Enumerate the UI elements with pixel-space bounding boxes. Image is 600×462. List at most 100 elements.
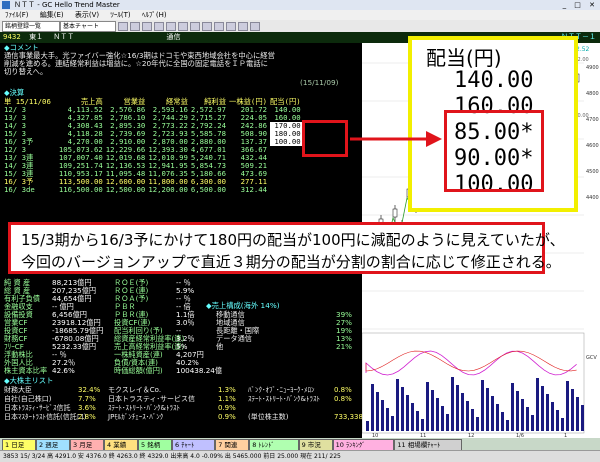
shareholder-cell: 0.9% bbox=[218, 413, 236, 421]
volume-bar bbox=[511, 383, 514, 431]
watchlist-select[interactable]: 銘柄登録一覧 bbox=[2, 21, 60, 32]
toolbar-button[interactable] bbox=[178, 22, 188, 31]
shareholder-cell: 0.9% bbox=[218, 404, 236, 412]
volume-bar bbox=[466, 401, 469, 431]
volume-bar bbox=[521, 399, 524, 431]
shareholder-cell: 2.8% bbox=[78, 413, 96, 421]
volume-bar bbox=[381, 400, 384, 431]
shareholder-cell: 財務大臣 bbox=[4, 386, 32, 394]
shareholder-cell: ﾊﾞﾝｸ･ｵﾌﾞ･ﾆｭｰﾖｰｸ･ﾒﾛﾝ bbox=[248, 386, 315, 394]
price-tick-label: 4400 bbox=[586, 195, 599, 201]
cell bbox=[270, 186, 304, 194]
toolbar-button[interactable] bbox=[142, 22, 152, 31]
cell bbox=[270, 162, 304, 170]
cell: 116,500.00 bbox=[58, 185, 103, 194]
toolbar-button[interactable] bbox=[130, 22, 140, 31]
comment-date: (15/11/09) bbox=[300, 78, 339, 87]
volume-bar bbox=[456, 385, 459, 431]
shareholder-cell: 733,338 bbox=[334, 413, 363, 421]
volume-bar bbox=[376, 392, 379, 431]
volume-bar bbox=[536, 378, 539, 431]
toolbar-button[interactable] bbox=[250, 22, 260, 31]
menu-view[interactable]: 表示(V) bbox=[75, 11, 99, 19]
menu-help[interactable]: ﾍﾙﾌﾟ(H) bbox=[142, 11, 167, 19]
volume-bar bbox=[366, 421, 369, 431]
cell bbox=[270, 178, 304, 186]
volume-bar bbox=[396, 379, 399, 431]
window-title: ＮＴＴ - GC Hello Trend Master bbox=[14, 1, 120, 9]
volume-bar bbox=[421, 419, 424, 431]
shareholder-cell: 自社(自己株口) bbox=[4, 395, 52, 403]
chart-type-select[interactable]: 基本チャート bbox=[60, 21, 116, 32]
toolbar-button[interactable] bbox=[154, 22, 164, 31]
cell: 312.44 bbox=[240, 185, 268, 194]
segment-row: 他 21% bbox=[216, 343, 356, 351]
toolbar-button[interactable] bbox=[238, 22, 248, 31]
callout-value: 140.00 bbox=[454, 68, 534, 93]
banner-line: 15/3期から16/3予にかけて180円の配当が100円に減配のように見えていた… bbox=[21, 231, 565, 249]
volume-bar bbox=[491, 396, 494, 431]
cell bbox=[270, 170, 304, 178]
volume-bar bbox=[526, 407, 529, 431]
shareholder-cell: 32.4% bbox=[78, 386, 101, 394]
volume-bar bbox=[471, 409, 474, 431]
price-tick-label: 4800 bbox=[586, 91, 599, 97]
shareholder-cell: 7.7% bbox=[78, 395, 96, 403]
toolbar-button[interactable] bbox=[202, 22, 212, 31]
sector-label: 通信 bbox=[166, 33, 181, 41]
segment-row: データ通信 13% bbox=[216, 335, 356, 343]
volume-bar bbox=[431, 390, 434, 431]
volume-bar bbox=[501, 412, 504, 431]
menu-edit[interactable]: 編集(E) bbox=[40, 11, 64, 19]
segments-label: ◆売上構成(海外 14%) bbox=[206, 301, 280, 310]
menu-file[interactable]: ﾌｧｲﾙ(F) bbox=[5, 11, 29, 19]
volume-bar bbox=[416, 411, 419, 431]
shareholder-cell: モクスレイ＆Co. bbox=[108, 386, 162, 394]
cell: 16/ 3de bbox=[4, 185, 35, 194]
callout-title: 配当(円) bbox=[426, 46, 502, 70]
volume-bar bbox=[461, 393, 464, 431]
shareholder-cell: ｽﾃｰﾄ･ｽﾄﾘｰﾄ･ﾊﾞﾝｸ&ﾄﾗｽﾄ bbox=[248, 395, 320, 403]
indicator-cell: 42.6% bbox=[52, 366, 75, 375]
volume-bar bbox=[496, 404, 499, 431]
shareholder-cell: 1.1% bbox=[218, 395, 236, 403]
menu-tools[interactable]: ﾂｰﾙ(T) bbox=[110, 11, 130, 19]
cell bbox=[270, 154, 304, 162]
cell bbox=[270, 146, 304, 154]
volume-bar bbox=[426, 382, 429, 431]
volume-bar bbox=[476, 417, 479, 431]
segment-share: 21% bbox=[336, 342, 352, 351]
cell: 12,200.00 bbox=[148, 185, 188, 194]
candle bbox=[392, 208, 398, 218]
view-tabs: 1 日足 2 週足 3 月足 4 業績 5 銘柄 6 ﾁｬｰﾄ 7 関連 8 ﾄﾚﾝﾄﾞ 9 市… bbox=[0, 438, 600, 451]
price-tick-label: 4900 bbox=[586, 65, 599, 71]
volume-bar bbox=[486, 388, 489, 431]
shareholder-cell: (単位株主数) bbox=[248, 413, 289, 421]
dividend-cell: 100.00 bbox=[270, 138, 304, 146]
volume-bar bbox=[566, 381, 569, 431]
toolbar-button[interactable] bbox=[214, 22, 224, 31]
gcv-label: GCV bbox=[586, 355, 597, 361]
toolbar-button[interactable] bbox=[166, 22, 176, 31]
indicator-cell: 株主資本比率 bbox=[4, 366, 48, 375]
volume-bar bbox=[481, 380, 484, 431]
cell: 6,500.00 bbox=[190, 185, 227, 194]
volume-bar bbox=[451, 377, 454, 431]
window-controls[interactable]: _ □ ✕ bbox=[563, 0, 598, 10]
volume-bar bbox=[531, 415, 534, 431]
toolbar-button[interactable] bbox=[226, 22, 236, 31]
chart-right-tag: 2.52 bbox=[576, 46, 590, 53]
volume-bar bbox=[386, 408, 389, 431]
price-tick-label: 4500 bbox=[586, 169, 599, 175]
toolbar-button[interactable] bbox=[190, 22, 200, 31]
shareholder-cell: 日本ﾏｽﾀｰﾄﾗｽﾄ信託(信託口) bbox=[4, 413, 87, 421]
table-row: 16/ 3de 116,500.00 12,500.00 12,200.00 6,500… bbox=[4, 186, 304, 194]
menu-bar: ﾌｧｲﾙ(F) 編集(E) 表示(V) ﾂｰﾙ(T) ﾍﾙﾌﾟ(H) bbox=[0, 10, 600, 20]
highlight-box bbox=[302, 120, 348, 157]
toolbar-button[interactable] bbox=[118, 22, 128, 31]
stock-code: 9432 bbox=[3, 33, 21, 41]
stock-name: ＮＴＴ bbox=[53, 33, 75, 41]
volume-bar bbox=[441, 406, 444, 431]
volume-bar bbox=[576, 397, 579, 431]
financials-table: 単 15/11/06 売上高 営業益 経常益 純利益 一株益(円) 配当(円) … bbox=[4, 98, 304, 194]
